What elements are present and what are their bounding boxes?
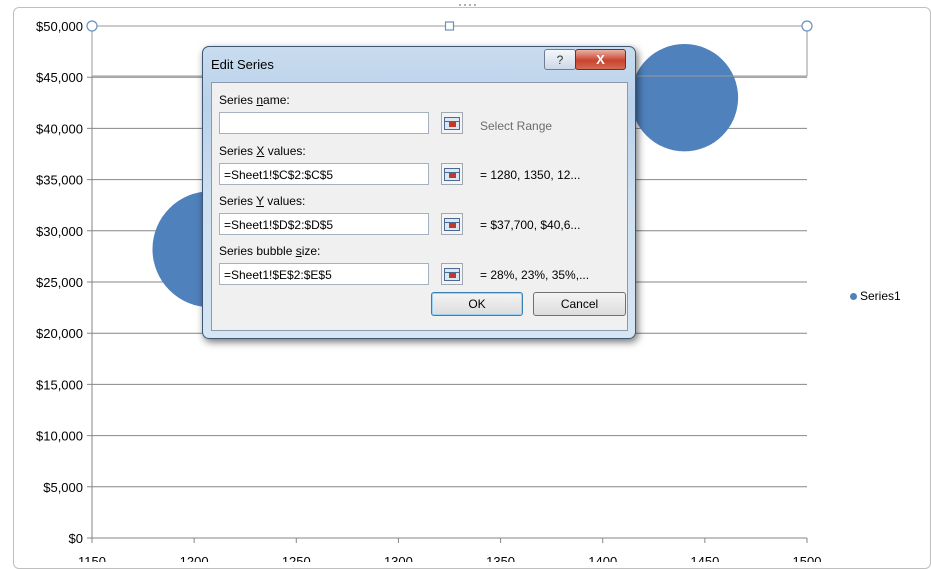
y-tick-label: $0 bbox=[69, 531, 83, 546]
chart-legend[interactable]: Series1 bbox=[850, 289, 901, 303]
resize-handle bbox=[444, 21, 455, 31]
y-tick-label: $45,000 bbox=[36, 70, 83, 85]
series-bubble-size-label: Series bubble size: bbox=[219, 244, 321, 258]
collapse-dialog-icon bbox=[444, 116, 460, 130]
x-tick-label: 1500 bbox=[793, 554, 822, 562]
collapse-dialog-icon bbox=[444, 217, 460, 231]
resize-handle bbox=[801, 20, 813, 32]
legend-marker bbox=[850, 292, 857, 300]
y-tick-label: $40,000 bbox=[36, 121, 83, 136]
y-tick-label: $5,000 bbox=[43, 480, 83, 495]
series-y-values-label: Series Y values: bbox=[219, 194, 306, 208]
x-tick-label: 1350 bbox=[486, 554, 515, 562]
bubble-point bbox=[630, 43, 739, 152]
x-tick-label: 1450 bbox=[690, 554, 719, 562]
series-y-values-preview: = $37,700, $40,6... bbox=[480, 218, 581, 232]
help-button[interactable]: ? bbox=[544, 49, 576, 70]
series-bubble-size-preview: = 28%, 23%, 35%,... bbox=[480, 268, 590, 282]
close-button[interactable]: X bbox=[575, 49, 626, 70]
x-tick-label: 1200 bbox=[180, 554, 209, 562]
series-x-values-preview: = 1280, 1350, 12... bbox=[480, 168, 581, 182]
help-icon: ? bbox=[556, 52, 564, 67]
series-bubble-size-input[interactable]: =Sheet1!$E$2:$E$5 bbox=[219, 263, 429, 285]
series-name-input[interactable] bbox=[219, 112, 429, 134]
dialog-body: Series name: Select Range Series X value… bbox=[211, 82, 628, 331]
x-tick-label: 1400 bbox=[588, 554, 617, 562]
x-tick-label: 1150 bbox=[78, 554, 106, 562]
y-tick-label: $50,000 bbox=[36, 19, 83, 34]
x-axis: 1150 1200 1250 1300 1350 1400 1450 1500 bbox=[78, 538, 821, 562]
series-y-range-button[interactable] bbox=[441, 213, 463, 235]
y-tick-label: $20,000 bbox=[36, 326, 83, 341]
y-tick-label: $25,000 bbox=[36, 275, 83, 290]
y-axis: $50,000 $45,000 $40,000 $35,000 $30,000 $25,0… bbox=[36, 19, 93, 546]
series-name-label: Series name: bbox=[219, 93, 290, 107]
series-x-values-label: Series X values: bbox=[219, 144, 306, 158]
ok-button[interactable]: OK bbox=[431, 292, 523, 316]
collapse-dialog-icon bbox=[444, 267, 460, 281]
collapse-dialog-icon bbox=[444, 167, 460, 181]
resize-handle bbox=[86, 20, 98, 32]
x-tick-label: 1300 bbox=[384, 554, 413, 562]
y-tick-label: $30,000 bbox=[36, 224, 83, 239]
y-tick-label: $35,000 bbox=[36, 173, 83, 188]
series-y-values-input[interactable]: =Sheet1!$D$2:$D$5 bbox=[219, 213, 429, 235]
close-icon: X bbox=[596, 52, 605, 67]
dialog-title: Edit Series bbox=[211, 57, 274, 72]
cancel-button[interactable]: Cancel bbox=[533, 292, 626, 316]
y-tick-label: $15,000 bbox=[36, 377, 83, 392]
series-x-values-input[interactable]: =Sheet1!$C$2:$C$5 bbox=[219, 163, 429, 185]
legend-label: Series1 bbox=[860, 289, 901, 303]
series-name-preview: Select Range bbox=[480, 119, 553, 133]
edit-series-dialog: Edit Series ? X Series name: Select Rang… bbox=[202, 46, 636, 339]
series-x-range-button[interactable] bbox=[441, 163, 463, 185]
y-tick-label: $10,000 bbox=[36, 429, 83, 444]
series-size-range-button[interactable] bbox=[441, 263, 463, 285]
x-tick-label: 1250 bbox=[282, 554, 311, 562]
series-name-range-button[interactable] bbox=[441, 112, 463, 134]
